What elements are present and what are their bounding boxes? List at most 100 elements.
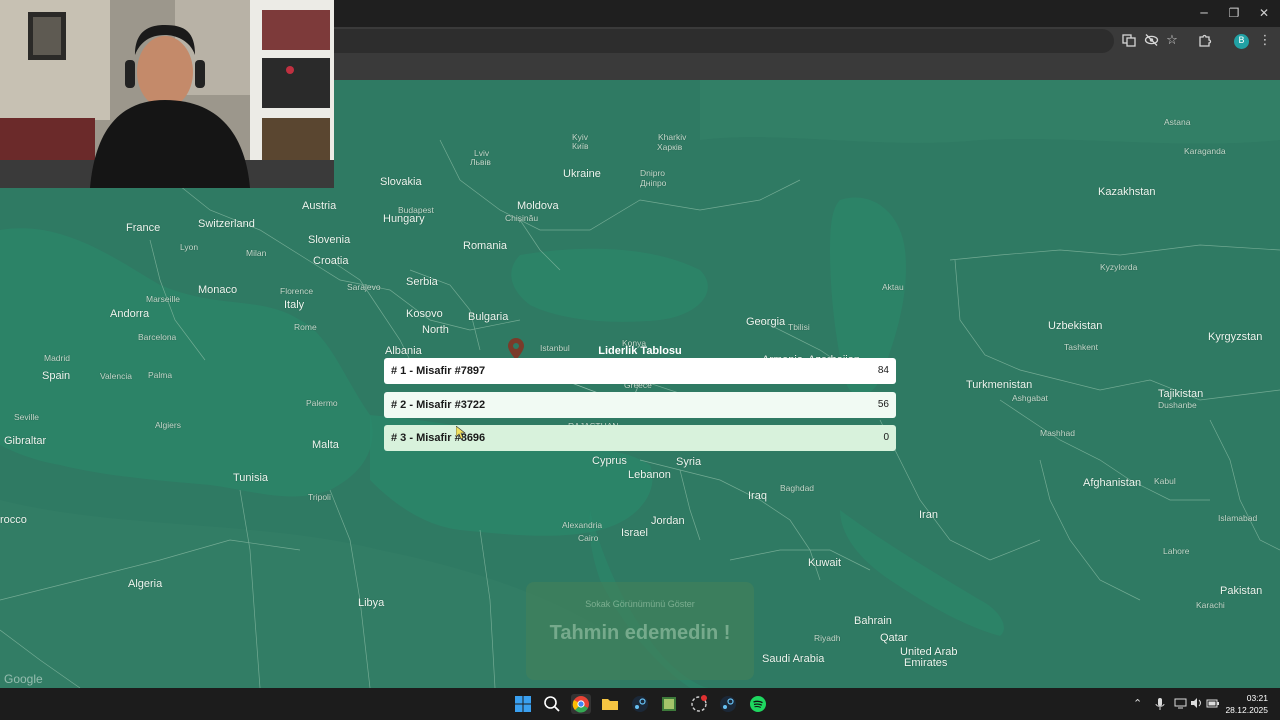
map-label: Andorra — [110, 308, 150, 320]
translate-icon[interactable] — [1121, 33, 1137, 49]
spotify-icon[interactable] — [748, 694, 768, 714]
map-label: Moldova — [517, 200, 559, 212]
map-label: Kharkiv — [658, 132, 687, 142]
leaderboard-row: # 2 - Misafir #3722 56 — [384, 392, 896, 418]
search-icon[interactable] — [542, 694, 562, 714]
map-label: Iran — [919, 509, 938, 521]
map-label: Lebanon — [628, 469, 671, 481]
map-label: Chișinău — [505, 213, 539, 223]
map-label: Cairo — [578, 533, 599, 543]
steam-icon[interactable] — [630, 694, 650, 714]
address-input[interactable] — [334, 29, 1114, 53]
map-label: Karaganda — [1184, 146, 1226, 156]
taskbar: ⌃ 03:21 28.12.2025 — [0, 688, 1280, 720]
profile-avatar[interactable]: B — [1234, 34, 1249, 49]
map-label: Ashgabat — [1012, 393, 1048, 403]
map-label: Turkmenistan — [966, 379, 1033, 391]
map-label: Israel — [621, 527, 648, 539]
system-clock[interactable]: 03:21 28.12.2025 — [1225, 692, 1268, 716]
guess-result-message: Tahmin edemedin ! — [549, 622, 731, 644]
map-label: Madrid — [44, 353, 70, 363]
chrome-icon[interactable] — [571, 694, 591, 714]
player-name: # 1 - Misafir #7897 — [391, 365, 486, 377]
restore-button[interactable]: ❐ — [1222, 4, 1246, 22]
map-label: Romania — [463, 240, 508, 252]
map-label: Karachi — [1196, 600, 1225, 610]
puzzle-icon[interactable] — [1197, 33, 1213, 49]
map-label: Afghanistan — [1083, 477, 1142, 489]
menu-icon[interactable]: ⋮ — [1257, 33, 1273, 49]
map-label: Kabul — [1154, 476, 1176, 486]
map-label: Seville — [14, 412, 40, 422]
webcam-overlay — [0, 0, 334, 188]
map-label: Київ — [572, 141, 589, 151]
app-icon[interactable] — [689, 694, 709, 714]
player-name: # 2 - Misafir #3722 — [391, 399, 486, 411]
map-label: Rome — [294, 322, 317, 332]
map-label: Kyrgyzstan — [1208, 331, 1263, 343]
volume-icon[interactable] — [1190, 697, 1203, 713]
eye-off-icon[interactable] — [1143, 33, 1159, 49]
map-label: Florence — [280, 286, 314, 296]
file-explorer-icon[interactable] — [600, 694, 620, 714]
microphone-icon[interactable] — [1155, 697, 1165, 715]
player-score: 56 — [877, 399, 889, 410]
map-label: Cyprus — [592, 455, 627, 467]
leaderboard-title: Liderlik Tablosu — [598, 345, 682, 357]
steam-icon[interactable] — [718, 694, 738, 714]
game-app-icon[interactable] — [659, 694, 679, 714]
map-label: Gibraltar — [4, 435, 47, 447]
minimize-button[interactable]: ─ — [1192, 4, 1216, 22]
guess-result-panel: Sokak Görünümünü Göster Tahmin edemedin … — [526, 582, 754, 680]
star-icon[interactable]: ☆ — [1164, 33, 1180, 49]
map-label: Syria — [676, 456, 702, 468]
map-label: Kosovo — [406, 308, 443, 320]
player-name: # 3 - Misafir #8696 — [391, 432, 486, 444]
battery-icon[interactable] — [1206, 697, 1220, 713]
map-label: Lahore — [1163, 546, 1190, 556]
map-label: Milan — [246, 248, 267, 258]
map-label: Mashhad — [1040, 428, 1075, 438]
close-button[interactable]: ✕ — [1252, 4, 1276, 22]
map-label: Tajikistan — [1158, 388, 1204, 400]
map-label: Aktau — [882, 282, 904, 292]
player-score: 0 — [883, 432, 889, 443]
map-label: Palermo — [306, 398, 338, 408]
map-label: Kyzylorda — [1100, 262, 1138, 272]
map-label: Slovakia — [380, 176, 422, 188]
map-label: Croatia — [313, 255, 349, 267]
map-label: Barcelona — [138, 332, 177, 342]
map-label: Valencia — [100, 371, 132, 381]
map-label: Malta — [312, 439, 339, 451]
map-label: Palma — [148, 370, 173, 380]
map-label: North — [422, 324, 449, 336]
windows-start-icon[interactable] — [513, 694, 533, 714]
map-label: France — [126, 222, 161, 234]
leaderboard-row: # 1 - Misafir #7897 84 — [384, 358, 896, 384]
map-label: Marseille — [146, 294, 181, 304]
map-label: Spain — [42, 370, 71, 382]
map-label: Saudi Arabia — [762, 653, 825, 665]
map-label: Alexandria — [562, 520, 603, 530]
map-label: Riyadh — [814, 633, 841, 643]
map-label: Львів — [470, 157, 491, 167]
map-label: Dnipro — [640, 168, 666, 178]
map-label: rocco — [0, 514, 27, 526]
mouse-cursor-icon — [456, 426, 466, 440]
map-label: Algiers — [155, 420, 181, 430]
chevron-up-icon[interactable]: ⌃ — [1133, 697, 1142, 711]
street-view-button[interactable]: Sokak Görünümünü Göster — [526, 599, 754, 609]
map-label: Tashkent — [1064, 342, 1099, 352]
map-label: Baghdad — [780, 483, 815, 493]
map-label: Georgia — [746, 316, 786, 328]
map-label: Bulgaria — [468, 311, 509, 323]
map-label: Budapest — [398, 205, 434, 215]
google-logo: Google — [4, 672, 43, 686]
map-label: Italy — [284, 299, 305, 311]
map-label: Serbia — [406, 276, 438, 288]
map-label: Libya — [358, 597, 385, 609]
map-label: Austria — [302, 200, 337, 212]
map-label: Uzbekistan — [1048, 320, 1103, 332]
map-label: Monaco — [198, 284, 238, 296]
network-icon[interactable] — [1174, 697, 1187, 713]
